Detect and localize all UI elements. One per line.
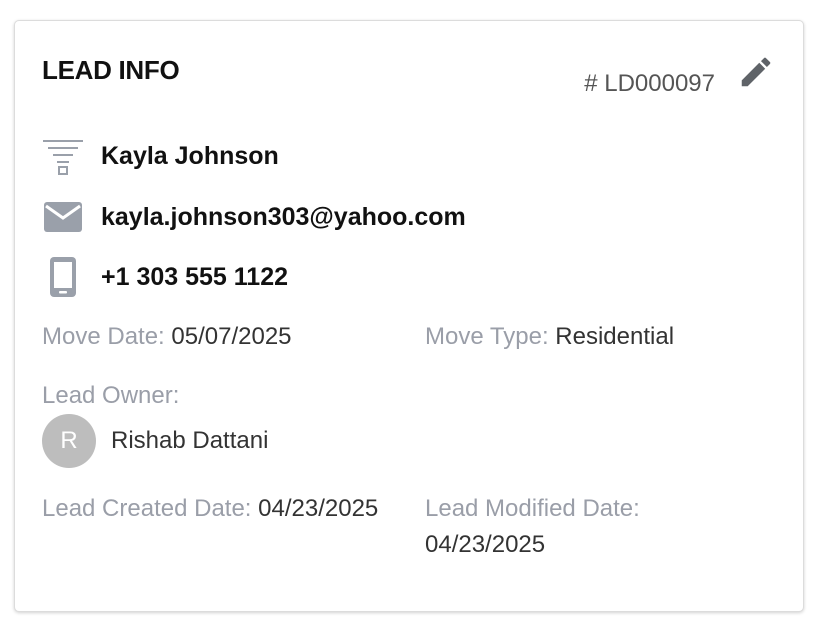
smartphone-icon xyxy=(41,255,85,299)
move-type-value: Residential xyxy=(555,323,675,350)
created-date-value: 04/23/2025 xyxy=(258,495,379,522)
created-date-field: Lead Created Date: 04/23/2025 xyxy=(42,491,378,527)
edit-button[interactable] xyxy=(737,53,775,91)
lead-info-card: LEAD INFO # LD000097 Kayla Johnson kayla… xyxy=(14,20,804,612)
lead-owner-field: Lead Owner: xyxy=(42,378,179,414)
lead-phone[interactable]: +1 303 555 1122 xyxy=(101,263,288,292)
move-date-field: Move Date: 05/07/2025 xyxy=(42,319,292,355)
email-row: kayla.johnson303@yahoo.com xyxy=(41,195,466,239)
pencil-icon xyxy=(741,57,771,87)
move-type-label: Move Type: xyxy=(425,323,549,350)
lead-email[interactable]: kayla.johnson303@yahoo.com xyxy=(101,203,466,232)
avatar: R xyxy=(42,414,96,468)
move-date-value: 05/07/2025 xyxy=(171,323,292,350)
move-type-field: Move Type: Residential xyxy=(425,319,674,355)
phone-row: +1 303 555 1122 xyxy=(41,255,288,299)
lead-owner: R Rishab Dattani xyxy=(42,414,268,468)
move-date-label: Move Date: xyxy=(42,323,165,350)
name-row: Kayla Johnson xyxy=(41,134,279,178)
lead-owner-label: Lead Owner: xyxy=(42,382,180,409)
created-date-label: Lead Created Date: xyxy=(42,495,252,522)
card-title: LEAD INFO xyxy=(42,55,180,85)
envelope-icon xyxy=(41,195,85,239)
modified-date-value: 04/23/2025 xyxy=(425,531,546,558)
modified-date-label: Lead Modified Date: xyxy=(425,495,640,522)
lead-name: Kayla Johnson xyxy=(101,141,279,170)
owner-name: Rishab Dattani xyxy=(111,427,269,454)
lead-id: # LD000097 xyxy=(584,70,715,97)
funnel-icon xyxy=(41,134,85,178)
modified-date-field: Lead Modified Date: 04/23/2025 xyxy=(425,491,640,563)
